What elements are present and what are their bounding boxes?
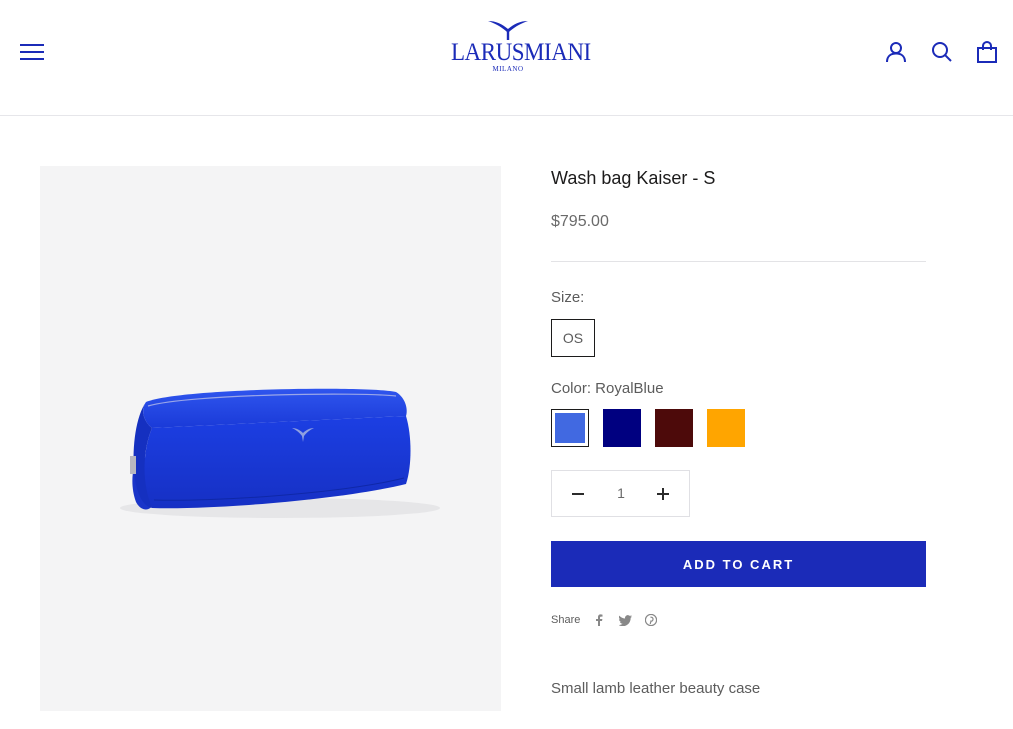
product-description: Small lamb leather beauty case [551,680,761,697]
share-row: Share [551,611,670,629]
facebook-icon[interactable] [592,613,606,627]
quantity-increase-button[interactable] [643,471,683,516]
user-icon[interactable] [884,40,908,64]
logo-subtext: MILANO [492,65,524,73]
swatch-royalblue[interactable] [551,409,589,447]
product-image[interactable] [40,166,501,711]
shopping-bag-icon[interactable] [975,40,999,64]
color-label: Color: RoyalBlue [551,380,664,397]
twitter-icon[interactable] [618,613,632,627]
product-price: $795.00 [551,213,609,230]
product-title: Wash bag Kaiser - S [551,168,716,188]
quantity-input[interactable]: 1 [602,471,640,516]
hamburger-menu-icon[interactable] [20,43,44,61]
divider [551,261,926,262]
pinterest-icon[interactable] [644,613,658,627]
size-option-os[interactable]: OS [551,319,595,357]
logo-bird-icon [488,21,528,40]
size-label: Size: [551,289,585,306]
search-icon[interactable] [930,40,954,64]
swatch-orange[interactable] [707,409,745,447]
site-header: LARUSMIANI MILANO [0,0,1013,116]
add-to-cart-button[interactable]: ADD TO CART [551,541,926,587]
brand-logo[interactable]: LARUSMIANI MILANO [446,18,591,86]
wash-bag-photo [120,388,440,518]
quantity-stepper: 1 [551,470,690,517]
swatch-navy[interactable] [603,409,641,447]
quantity-decrease-button[interactable] [558,471,598,516]
swatch-maroon[interactable] [655,409,693,447]
share-label: Share [551,614,581,626]
logo-text: LARUSMIANI [450,39,591,66]
